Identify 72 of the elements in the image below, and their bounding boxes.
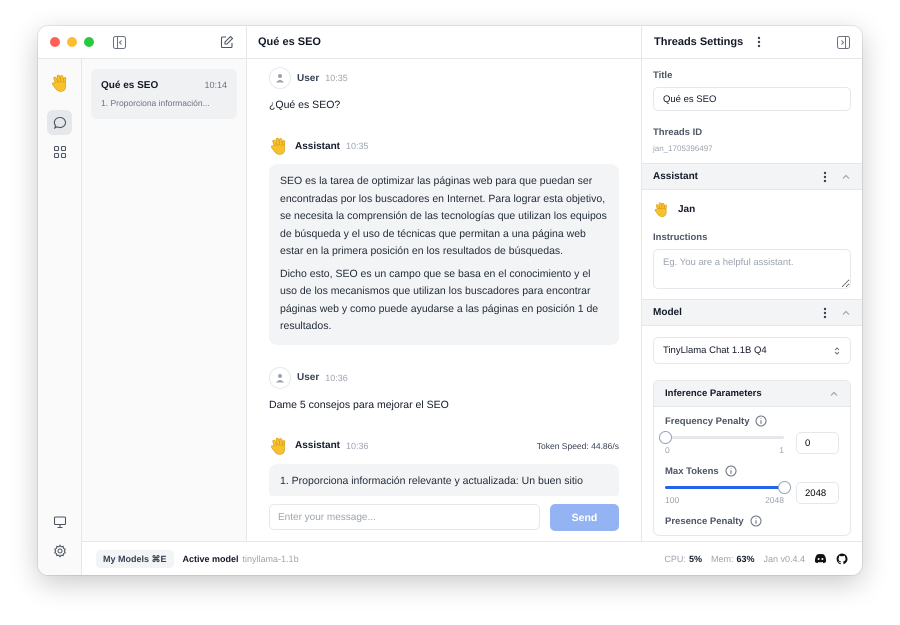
field-label: Title [653, 70, 674, 81]
slider-thumb[interactable] [778, 481, 791, 494]
message-time: 10:35 [325, 73, 348, 83]
slider-min: 100 [665, 495, 680, 505]
nav-button[interactable] [47, 110, 72, 135]
user-avatar [269, 366, 291, 388]
message-text: ¿Qué es SEO? [269, 98, 342, 113]
message-time: 10:36 [346, 440, 369, 450]
slider-max: 1 [779, 445, 784, 455]
thread-time: 10:14 [204, 80, 227, 91]
more-icon[interactable] [823, 170, 827, 182]
info-icon[interactable] [755, 415, 768, 427]
section-heading: Assistant [653, 171, 698, 182]
thread-item[interactable]: Qué es SEO 10:14 1. Proporciona información... [91, 69, 237, 119]
cpu-label: CPU: [664, 554, 686, 564]
info-icon[interactable] [750, 515, 762, 527]
cat-icon[interactable] [836, 552, 848, 564]
field-label: Threads ID [653, 127, 704, 138]
thread-title: Qué es SEO [101, 80, 158, 91]
message-text: SEO es la tarea de optimizar las páginas web para que puedan ser encontradas por los buscadores en Internet. Para lograr esta objetivo, se necesita la comprensión de las tecnologías que utilizan los equipos de búsqueda y el uso de técnicas que permitan a una página web estar en la primera posición en los resultados de búsquedas. [280, 174, 608, 259]
message-author: User [297, 72, 320, 84]
parameter-label: Max Tokens [665, 466, 719, 476]
close-window-button[interactable] [50, 37, 60, 47]
panel-title: Threads Settings [654, 36, 744, 48]
section-heading: Model [653, 307, 682, 318]
message-text: Dicho esto, SEO es un campo que se basa en el conocimiento y el uso de los mecanismos que utilizan los buscadores para encontrar páginas web y como puede ayudarse a las páginas en posición 1 de resultados. [280, 266, 600, 334]
mem-value: 63% [736, 554, 754, 564]
slider-min: 0 [665, 445, 670, 455]
thread-id: jan_1705396497 [653, 144, 714, 153]
info-icon[interactable] [724, 465, 737, 477]
message-input[interactable]: Enter your message... [269, 504, 540, 530]
message-text: Dame 5 consejos para mejorar el SEO [269, 398, 450, 412]
parameter-label: Presence Penalty [665, 516, 744, 526]
mem-label: Mem: [710, 554, 734, 564]
message-text: 1. Proporciona información relevante y actualizada: Un buen sitio [280, 474, 584, 488]
sort-icon [833, 346, 841, 356]
my-models-button[interactable]: My Models ⌘E [96, 550, 174, 568]
settings-icon[interactable] [52, 544, 66, 558]
controller-icon[interactable] [814, 553, 827, 564]
title-input[interactable]: Qué es SEO [653, 87, 851, 111]
model-select[interactable]: TinyLlama Chat 1.1B Q4 [653, 337, 851, 364]
message-time: 10:35 [346, 141, 369, 151]
chat-title: Qué es SEO [258, 36, 321, 48]
version-text: Jan v0.4.4 [763, 554, 805, 564]
cpu-value: 5% [688, 554, 702, 564]
monitor-icon[interactable] [52, 514, 66, 528]
message-time: 10:36 [325, 372, 348, 382]
message-author: Assistant [295, 440, 340, 451]
panel-toggle-icon[interactable] [837, 36, 850, 48]
more-icon[interactable] [757, 36, 762, 48]
grid-icon [52, 144, 66, 158]
assistant-name: Jan [678, 204, 696, 215]
sidebar-toggle-icon[interactable] [113, 36, 126, 48]
instructions-input[interactable]: Eg. You are a helpful assistant. [653, 249, 851, 289]
parameter-input[interactable]: 2048 [796, 482, 839, 504]
message-author: Assistant [295, 140, 340, 152]
user-avatar [269, 67, 291, 89]
compose-icon[interactable] [220, 35, 234, 49]
waving-hand-icon [653, 201, 670, 218]
thread-preview: 1. Proporciona información... [101, 98, 211, 108]
slider-max: 2048 [765, 495, 784, 505]
parameter-input[interactable]: 0 [796, 432, 839, 454]
chat-icon [52, 116, 66, 130]
active-model-label: Active model [182, 554, 239, 564]
token-speed: Token Speed: 44.86/s [536, 440, 619, 450]
slider-thumb[interactable] [659, 431, 672, 444]
active-model-name: tinyllama-1.1b [242, 554, 299, 564]
message-author: User [297, 372, 320, 383]
field-label: Instructions [653, 232, 708, 243]
section-heading: Inference Parameters [665, 388, 762, 399]
more-icon[interactable] [823, 306, 827, 318]
parameter-label: Frequency Penalty [665, 416, 750, 426]
